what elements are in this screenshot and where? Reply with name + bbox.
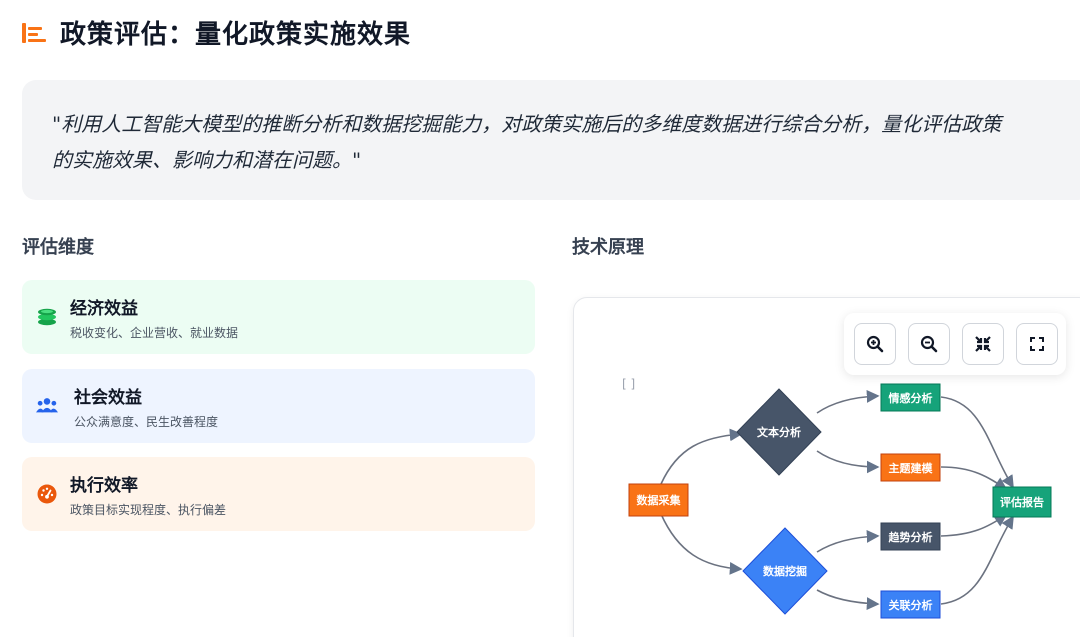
zoom-in-icon — [866, 335, 884, 353]
dimension-card-efficiency: 执行效率 政策目标实现程度、执行偏差 — [22, 457, 535, 531]
tech-heading: 技术原理 — [572, 237, 644, 258]
card-title: 社会效益 — [74, 387, 142, 408]
edge-mining-trend — [816, 530, 880, 553]
dimensions-heading: 评估维度 — [22, 237, 94, 258]
edge-text-topic — [816, 450, 880, 474]
node-topic: 主题建模 — [880, 453, 941, 482]
zoom-out-button[interactable] — [908, 323, 950, 365]
expand-icon — [1030, 337, 1044, 351]
node-report: 评估报告 — [992, 486, 1052, 518]
edge-trend-report — [940, 514, 1008, 537]
flow-edges — [660, 390, 1014, 610]
node-trend: 趋势分析 — [880, 522, 941, 551]
node-label: 关联分析 — [889, 598, 933, 612]
fit-view-button[interactable] — [962, 323, 1004, 365]
node-label: 评估报告 — [1000, 495, 1044, 509]
edge-collect-mining — [660, 513, 743, 575]
node-sentiment: 情感分析 — [880, 383, 941, 412]
card-subtitle: 公众满意度、民生改善程度 — [74, 414, 219, 429]
dimension-card-social: 社会效益 公众满意度、民生改善程度 — [22, 369, 535, 443]
quote-line-2: 的实施效果、影响力和潜在问题。" — [52, 148, 362, 172]
gauge-icon — [36, 483, 58, 505]
fullscreen-button[interactable] — [1016, 323, 1058, 365]
page-title: 政策评估：量化政策实施效果 — [60, 20, 412, 50]
zoom-out-icon — [920, 335, 938, 353]
compress-icon — [975, 336, 991, 352]
edge-mining-assoc — [816, 589, 880, 610]
zoom-in-button[interactable] — [854, 323, 896, 365]
node-collect: 数据采集 — [628, 483, 689, 517]
card-title: 经济效益 — [70, 298, 138, 319]
quote-box: "利用人工智能大模型的推断分析和数据挖掘能力，对政策实施后的多维度数据进行综合分… — [22, 80, 1080, 200]
edge-text-sentiment — [816, 390, 880, 414]
node-text-analysis: 文本分析 — [736, 388, 822, 476]
node-label: 主题建模 — [889, 461, 934, 475]
node-assoc: 关联分析 — [880, 590, 941, 619]
card-title: 执行效率 — [70, 475, 138, 496]
coins-icon — [36, 306, 58, 328]
page-header: 政策评估：量化政策实施效果 — [22, 14, 411, 51]
node-label: 文本分析 — [757, 425, 801, 439]
node-data-mining: 数据挖掘 — [742, 527, 828, 615]
node-label: 情感分析 — [889, 391, 933, 405]
card-subtitle: 税收变化、企业营收、就业数据 — [70, 325, 239, 340]
card-subtitle: 政策目标实现程度、执行偏差 — [70, 502, 227, 517]
edge-topic-report — [940, 466, 1008, 490]
node-label: 数据采集 — [637, 493, 682, 507]
dimension-card-economic: 经济效益 税收变化、企业营收、就业数据 — [22, 280, 535, 354]
node-label: 趋势分析 — [889, 530, 933, 544]
align-left-icon — [22, 21, 46, 45]
users-icon — [36, 395, 58, 417]
page: 政策评估：量化政策实施效果 "利用人工智能大模型的推断分析和数据挖掘能力，对政策… — [0, 0, 1080, 637]
node-label: 数据挖掘 — [763, 564, 807, 578]
diagram-toolbar — [844, 313, 1066, 375]
quote-line-1: "利用人工智能大模型的推断分析和数据挖掘能力，对政策实施后的多维度数据进行综合分… — [52, 112, 1002, 136]
edge-collect-text — [660, 428, 743, 485]
